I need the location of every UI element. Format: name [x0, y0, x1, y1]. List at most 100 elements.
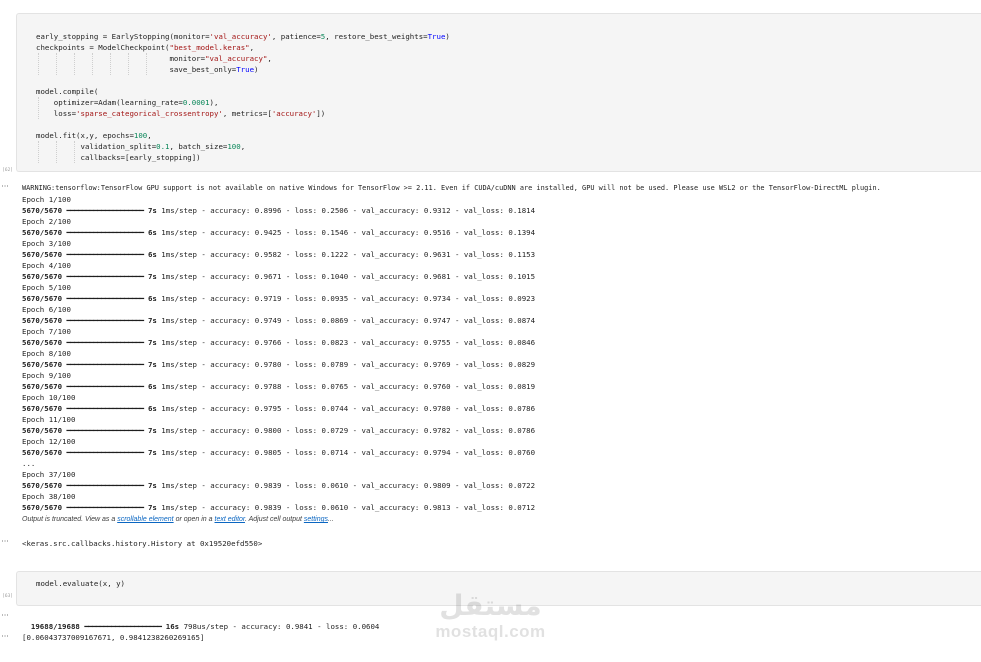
code-line[interactable]: model.evaluate(x, y) — [36, 578, 125, 589]
epoch-label: Epoch 12/100 — [22, 437, 76, 446]
indent-guide — [56, 53, 57, 75]
step-count: 5670/5670 — [22, 294, 63, 303]
elapsed-time: 6s — [147, 250, 157, 259]
tf-warning-text: WARNING:tensorflow:TensorFlow GPU suppor… — [22, 184, 881, 192]
epoch-progress-line: 5670/5670 ━━━━━━━━━━━━━━━━━━━━ 7s 1ms/st… — [22, 338, 536, 347]
epoch-progress-line: 5670/5670 ━━━━━━━━━━━━━━━━━━━━ 7s 1ms/st… — [22, 481, 536, 490]
epoch-label: Epoch 3/100 — [22, 239, 71, 248]
elapsed-time: 7s — [147, 360, 157, 369]
epoch-label: Epoch 4/100 — [22, 261, 71, 270]
elapsed-time: 7s — [147, 426, 157, 435]
indent-guide — [146, 53, 147, 75]
text-editor-link[interactable]: text editor — [215, 516, 245, 523]
progress-bar: ━━━━━━━━━━━━━━━━━━━━ — [66, 360, 145, 369]
epoch-progress-line: 5670/5670 ━━━━━━━━━━━━━━━━━━━━ 7s 1ms/st… — [22, 316, 536, 325]
epoch-progress-line: 5670/5670 ━━━━━━━━━━━━━━━━━━━━ 6s 1ms/st… — [22, 404, 536, 413]
epoch-progress-line: 5670/5670 ━━━━━━━━━━━━━━━━━━━━ 6s 1ms/st… — [22, 294, 536, 303]
code-line[interactable]: model.compile( — [36, 86, 98, 97]
indent-guide — [128, 53, 129, 75]
code-line[interactable]: model.fit(x,y, epochs=100, — [36, 130, 152, 141]
step-count: 5670/5670 — [22, 360, 63, 369]
progress-bar: ━━━━━━━━━━━━━━━━━━━━ — [66, 404, 145, 413]
epoch-label: Epoch 2/100 — [22, 217, 71, 226]
step-count: 5670/5670 — [22, 481, 63, 490]
evaluate-progress-line: 19688/19688 ━━━━━━━━━━━━━━━━━━━━ 16s 798… — [30, 622, 380, 631]
epoch-label: Epoch 1/100 — [22, 195, 71, 204]
epoch-progress-line: 5670/5670 ━━━━━━━━━━━━━━━━━━━━ 6s 1ms/st… — [22, 250, 536, 259]
elapsed-time: 7s — [147, 448, 157, 457]
epoch-label: Epoch 5/100 — [22, 283, 71, 292]
progress-bar: ━━━━━━━━━━━━━━━━━━━━ — [66, 294, 145, 303]
progress-bar: ━━━━━━━━━━━━━━━━━━━━ — [66, 316, 145, 325]
elapsed-time: 6s — [147, 228, 157, 237]
output-truncated-notice: Output is truncated. View as a scrollabl… — [22, 516, 334, 523]
evaluate-result-text: [0.06043737009167671, 0.9841238260269165… — [22, 633, 205, 642]
output-menu-icon[interactable]: ··· — [0, 183, 10, 191]
code-line[interactable]: loss='sparse_categorical_crossentropy', … — [36, 108, 325, 119]
elapsed-time: 7s — [147, 206, 157, 215]
indent-guide — [74, 53, 75, 75]
progress-bar: ━━━━━━━━━━━━━━━━━━━━ — [84, 622, 162, 631]
epoch-progress-line: 5670/5670 ━━━━━━━━━━━━━━━━━━━━ 7s 1ms/st… — [22, 360, 536, 369]
code-line[interactable]: validation_split=0.1, batch_size=100, — [36, 141, 245, 152]
step-count: 5670/5670 — [22, 272, 63, 281]
progress-bar: ━━━━━━━━━━━━━━━━━━━━ — [66, 448, 145, 457]
mostaql-watermark-logo: مستقل mostaql.com — [428, 590, 553, 648]
code-line[interactable]: early_stopping = EarlyStopping(monitor='… — [36, 31, 450, 42]
epoch-progress-line: 5670/5670 ━━━━━━━━━━━━━━━━━━━━ 6s 1ms/st… — [22, 228, 536, 237]
elapsed-time: 7s — [147, 338, 157, 347]
epoch-label: Epoch 8/100 — [22, 349, 71, 358]
progress-bar: ━━━━━━━━━━━━━━━━━━━━ — [66, 338, 145, 347]
epoch-progress-line: 5670/5670 ━━━━━━━━━━━━━━━━━━━━ 7s 1ms/st… — [22, 206, 536, 215]
progress-bar: ━━━━━━━━━━━━━━━━━━━━ — [66, 503, 145, 512]
epoch-label: Epoch 11/100 — [22, 415, 76, 424]
step-count: 5670/5670 — [22, 404, 63, 413]
progress-bar: ━━━━━━━━━━━━━━━━━━━━ — [66, 206, 145, 215]
code-line[interactable]: callbacks=[early_stopping]) — [36, 152, 200, 163]
code-line[interactable]: save_best_only=True) — [36, 64, 258, 75]
elapsed-time: 7s — [147, 481, 157, 490]
epoch-progress-line: 5670/5670 ━━━━━━━━━━━━━━━━━━━━ 7s 1ms/st… — [22, 448, 536, 457]
output-menu-icon[interactable]: ··· — [0, 538, 10, 546]
watermark-arabic: مستقل — [439, 589, 542, 622]
code-line[interactable]: checkpoints = ModelCheckpoint("best_mode… — [36, 42, 254, 53]
output-menu-icon[interactable]: ··· — [0, 633, 10, 641]
step-count: 5670/5670 — [22, 382, 63, 391]
indent-guide — [110, 53, 111, 75]
watermark-latin: mostaql.com — [435, 622, 546, 641]
epoch-label: Epoch 7/100 — [22, 327, 71, 336]
code-line[interactable]: optimizer=Adam(learning_rate=0.0001), — [36, 97, 219, 108]
epoch-label: Epoch 37/100 — [22, 470, 76, 479]
elapsed-time: 7s — [147, 272, 157, 281]
scrollable-element-link[interactable]: scrollable element — [117, 516, 173, 523]
elapsed-time: 6s — [147, 382, 157, 391]
step-count: 5670/5670 — [22, 503, 63, 512]
indent-guide — [38, 141, 39, 163]
indent-guide — [92, 53, 93, 75]
epoch-progress-line: 5670/5670 ━━━━━━━━━━━━━━━━━━━━ 7s 1ms/st… — [22, 272, 536, 281]
epoch-label: Epoch 10/100 — [22, 393, 76, 402]
indent-guide — [56, 141, 57, 163]
epoch-progress-line: 5670/5670 ━━━━━━━━━━━━━━━━━━━━ 7s 1ms/st… — [22, 426, 536, 435]
output-settings-link[interactable]: settings — [304, 516, 328, 523]
indent-guide — [38, 53, 39, 75]
log-ellipsis: ... — [22, 459, 36, 468]
progress-bar: ━━━━━━━━━━━━━━━━━━━━ — [66, 250, 145, 259]
elapsed-time: 6s — [147, 404, 157, 413]
progress-bar: ━━━━━━━━━━━━━━━━━━━━ — [66, 228, 145, 237]
elapsed-time: 6s — [147, 294, 157, 303]
step-count: 5670/5670 — [22, 338, 63, 347]
epoch-label: Epoch 9/100 — [22, 371, 71, 380]
elapsed-time: 7s — [147, 503, 157, 512]
progress-bar: ━━━━━━━━━━━━━━━━━━━━ — [66, 426, 145, 435]
progress-bar: ━━━━━━━━━━━━━━━━━━━━ — [66, 272, 145, 281]
elapsed-time: 16s — [165, 622, 180, 631]
progress-bar: ━━━━━━━━━━━━━━━━━━━━ — [66, 382, 145, 391]
epoch-progress-line: 5670/5670 ━━━━━━━━━━━━━━━━━━━━ 6s 1ms/st… — [22, 382, 536, 391]
indent-guide — [38, 97, 39, 119]
code-line[interactable]: monitor="val_accuracy", — [36, 53, 271, 64]
step-count: 5670/5670 — [22, 206, 63, 215]
execution-count-1: [62] — [2, 168, 13, 173]
step-count: 5670/5670 — [22, 448, 63, 457]
output-menu-icon[interactable]: ··· — [0, 612, 10, 620]
